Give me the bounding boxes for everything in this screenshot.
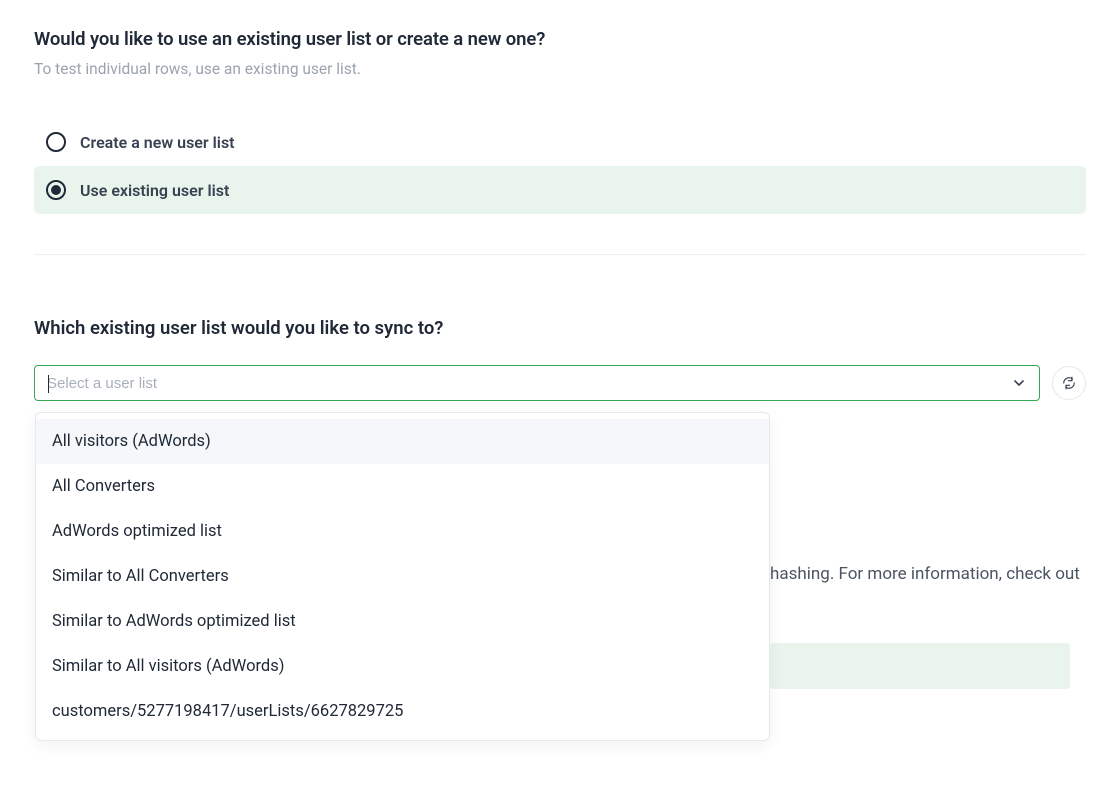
radio-use-existing-user-list[interactable]: Use existing user list [34,166,1086,214]
dropdown-option[interactable]: AdWords optimized list [36,509,769,554]
section2-title: Which existing user list would you like … [34,317,1086,339]
user-list-dropdown: All visitors (AdWords) All Converters Ad… [35,412,770,741]
dropdown-option[interactable]: customers/5277198417/userLists/662782972… [36,689,769,734]
text-caret [48,375,49,393]
section1-title: Would you like to use an existing user l… [34,28,1086,50]
section-divider [34,254,1086,255]
refresh-icon [1062,376,1076,390]
background-hashing-text: hashing. For more information, check out [770,564,1080,584]
chevron-down-icon[interactable] [1011,375,1027,391]
dropdown-option[interactable]: All visitors (AdWords) [36,419,769,464]
user-list-select-input[interactable] [47,366,1011,400]
user-list-select[interactable]: All visitors (AdWords) All Converters Ad… [34,365,1040,401]
radio-icon [46,132,66,152]
radio-label: Create a new user list [80,133,235,152]
dropdown-option[interactable]: Similar to AdWords optimized list [36,599,769,644]
dropdown-option[interactable]: All Converters [36,464,769,509]
dropdown-option[interactable]: Similar to All Converters [36,554,769,599]
dropdown-option[interactable]: Similar to All visitors (AdWords) [36,644,769,689]
user-list-choice-radio-group: Create a new user list Use existing user… [34,118,1086,214]
background-banner [770,643,1070,689]
section1-subtitle: To test individual rows, use an existing… [34,60,1086,78]
refresh-lists-button[interactable] [1052,366,1086,400]
radio-create-new-user-list[interactable]: Create a new user list [34,118,1086,166]
radio-label: Use existing user list [80,181,229,200]
radio-icon [46,180,66,200]
